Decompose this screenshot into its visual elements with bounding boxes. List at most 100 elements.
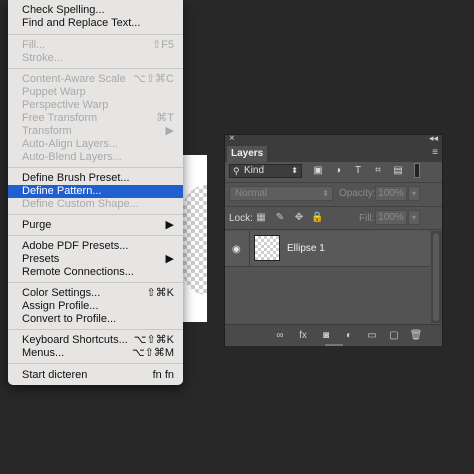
- menu-item-shortcut: fn fn: [152, 369, 174, 381]
- menu-item-shortcut: ⇧F5: [151, 39, 174, 51]
- panel-menu-icon[interactable]: ≡: [432, 147, 438, 158]
- smart-object-filter-icon[interactable]: ▤: [392, 165, 404, 177]
- menu-item-color-settings[interactable]: Color Settings... ⇧⌘K: [8, 287, 183, 300]
- menu-item-assign-profile[interactable]: Assign Profile...: [8, 300, 183, 313]
- divider: [225, 229, 442, 230]
- layer-thumbnail[interactable]: [254, 235, 280, 261]
- menu-item-transform[interactable]: Transform ▶: [8, 125, 183, 138]
- menu-item-label: Purge: [22, 219, 52, 231]
- submenu-arrow-icon: ▶: [165, 219, 174, 231]
- lock-position-icon[interactable]: ✥: [293, 212, 305, 224]
- fill-input[interactable]: 100%: [375, 210, 407, 225]
- divider: [249, 231, 250, 267]
- shape-filter-icon[interactable]: ⌗: [372, 165, 384, 177]
- menu-item-presets[interactable]: Presets ▶: [8, 253, 183, 266]
- new-layer-icon[interactable]: ▢: [387, 330, 401, 342]
- layer-name[interactable]: Ellipse 1: [287, 243, 325, 254]
- menu-item-label: Menus...: [22, 347, 65, 359]
- opacity-label: Opacity:: [339, 188, 376, 199]
- menu-item-label: Keyboard Shortcuts...: [22, 334, 128, 346]
- scrollbar[interactable]: [431, 231, 442, 323]
- edit-menu: Check Spelling... Find and Replace Text.…: [8, 0, 183, 385]
- divider: [225, 206, 442, 207]
- link-layers-icon[interactable]: ∞: [273, 330, 287, 342]
- menu-item-find-replace-text[interactable]: Find and Replace Text...: [8, 17, 183, 30]
- add-mask-icon[interactable]: ◙: [319, 330, 333, 342]
- menu-item-fill[interactable]: Fill... ⇧F5: [8, 39, 183, 52]
- eye-icon[interactable]: ◉: [232, 244, 241, 255]
- submenu-arrow-icon: ▶: [165, 253, 174, 265]
- menu-item-purge[interactable]: Purge ▶: [8, 219, 183, 232]
- menu-item-free-transform[interactable]: Free Transform ⌘T: [8, 112, 183, 125]
- menu-item-menus[interactable]: Menus... ⌥⇧⌘M: [8, 347, 183, 360]
- menu-separator: [8, 235, 183, 236]
- opacity-input[interactable]: 100%: [375, 186, 407, 201]
- menu-item-label: Perspective Warp: [22, 99, 109, 111]
- menu-item-label: Remote Connections...: [22, 266, 134, 278]
- menu-item-convert-to-profile[interactable]: Convert to Profile...: [8, 313, 183, 326]
- menu-item-define-brush-preset[interactable]: Define Brush Preset...: [8, 172, 183, 185]
- menu-item-puppet-warp[interactable]: Puppet Warp: [8, 86, 183, 99]
- fx-icon[interactable]: fx: [296, 330, 310, 342]
- menu-item-shortcut: ⌘T: [156, 112, 174, 124]
- close-icon[interactable]: ×: [229, 133, 235, 144]
- menu-separator: [8, 363, 183, 364]
- filter-toggle[interactable]: [414, 163, 420, 178]
- menu-item-adobe-pdf-presets[interactable]: Adobe PDF Presets...: [8, 240, 183, 253]
- adjustment-layer-icon[interactable]: ◐: [342, 330, 356, 342]
- search-icon: ⚲: [233, 166, 240, 176]
- menu-item-remote-connections[interactable]: Remote Connections...: [8, 266, 183, 279]
- lock-all-icon[interactable]: 🔒: [311, 212, 323, 224]
- menu-item-label: Define Pattern...: [22, 185, 102, 197]
- fill-dropdown-icon[interactable]: ▾: [408, 210, 420, 225]
- opacity-dropdown-icon[interactable]: ▾: [408, 186, 420, 201]
- panel-tab-bar: Layers ≡: [225, 145, 442, 162]
- menu-item-stroke[interactable]: Stroke...: [8, 52, 183, 65]
- menu-item-perspective-warp[interactable]: Perspective Warp: [8, 99, 183, 112]
- menu-item-auto-align-layers[interactable]: Auto-Align Layers...: [8, 138, 183, 151]
- scrollbar-thumb[interactable]: [433, 233, 439, 321]
- menu-item-label: Define Brush Preset...: [22, 172, 130, 184]
- layers-panel: × ◂◂ Layers ≡ ⚲ Kind ⬍ ▣ ◑ T ⌗ ▤ Normal …: [224, 133, 443, 346]
- lock-label: Lock:: [229, 213, 253, 224]
- resize-grip[interactable]: [325, 344, 343, 346]
- transparent-ellipse-preview: [183, 185, 207, 295]
- menu-item-label: Presets: [22, 253, 60, 265]
- lock-transparent-pixels-icon[interactable]: ▦: [255, 212, 267, 224]
- menu-item-shortcut: ⌥⇧⌘K: [133, 334, 174, 346]
- fill-label: Fill:: [359, 213, 375, 224]
- menu-item-define-custom-shape[interactable]: Define Custom Shape...: [8, 198, 183, 211]
- menu-item-label: Define Custom Shape...: [22, 198, 139, 210]
- blend-mode-value: Normal: [235, 188, 268, 199]
- tab-layers[interactable]: Layers: [227, 146, 268, 162]
- dropdown-arrow-icon: ⬍: [322, 189, 329, 198]
- menu-item-label: Start dicteren: [22, 369, 88, 381]
- menu-item-check-spelling[interactable]: Check Spelling...: [8, 4, 183, 17]
- trash-icon[interactable]: 🗑: [409, 330, 423, 342]
- filter-kind-value: Kind: [244, 165, 265, 176]
- new-group-icon[interactable]: ▭: [365, 330, 379, 342]
- blend-mode-select[interactable]: Normal ⬍: [229, 186, 333, 201]
- menu-item-label: Auto-Blend Layers...: [22, 151, 122, 163]
- menu-item-label: Check Spelling...: [22, 4, 105, 16]
- dropdown-arrow-icon: ⬍: [291, 166, 298, 175]
- menu-item-label: Find and Replace Text...: [22, 17, 141, 29]
- filter-kind-select[interactable]: ⚲ Kind ⬍: [229, 164, 302, 178]
- menu-item-label: Convert to Profile...: [22, 313, 117, 325]
- pixel-filter-icon[interactable]: ▣: [312, 165, 324, 177]
- menu-item-content-aware-scale[interactable]: Content-Aware Scale ⌥⇧⌘C: [8, 73, 183, 86]
- menu-item-define-pattern[interactable]: Define Pattern...: [8, 185, 183, 198]
- lock-image-pixels-icon[interactable]: ✎: [274, 212, 286, 224]
- panel-footer: ∞ fx ◙ ◐ ▭ ▢ 🗑: [225, 324, 442, 346]
- submenu-arrow-icon: ▶: [165, 125, 174, 137]
- menu-item-label: Adobe PDF Presets...: [22, 240, 129, 252]
- menu-item-auto-blend-layers[interactable]: Auto-Blend Layers...: [8, 151, 183, 164]
- collapse-icon[interactable]: ◂◂: [429, 133, 438, 144]
- type-filter-icon[interactable]: T: [352, 165, 364, 177]
- adjustment-filter-icon[interactable]: ◑: [332, 165, 344, 177]
- menu-separator: [8, 214, 183, 215]
- menu-item-label: Assign Profile...: [22, 300, 99, 312]
- layer-row[interactable]: ◉ Ellipse 1: [225, 231, 430, 267]
- menu-item-start-dicteren[interactable]: Start dicteren fn fn: [8, 369, 183, 382]
- menu-item-keyboard-shortcuts[interactable]: Keyboard Shortcuts... ⌥⇧⌘K: [8, 334, 183, 347]
